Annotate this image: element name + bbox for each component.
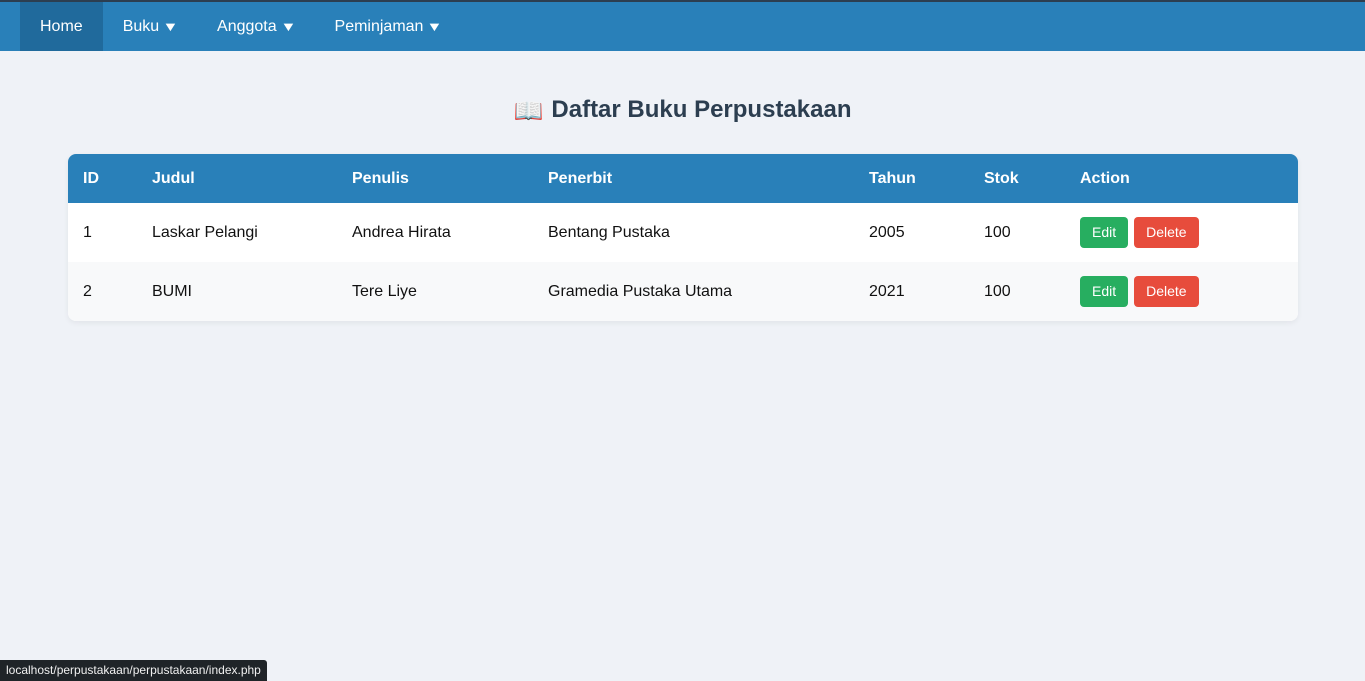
navbar: Home Buku ▼ Anggota ▼ Peminjaman ▼ [0,2,1365,51]
column-header-action: Action [1080,169,1130,187]
cell-stok: 100 [984,282,1011,300]
cell-judul: Laskar Pelangi [152,223,258,241]
cell-id: 2 [83,282,92,300]
cell-penerbit: Bentang Pustaka [548,223,670,241]
page-title: 📖 Daftar Buku Perpustakaan [0,96,1365,126]
books-table: ID Judul Penulis Penerbit Tahun Stok Act… [68,154,1298,321]
column-header-penulis: Penulis [352,169,409,187]
column-header-judul: Judul [152,169,195,187]
cell-judul: BUMI [152,282,192,300]
cell-tahun: 2005 [869,223,905,241]
edit-button[interactable]: Edit [1080,217,1129,248]
table-row: 1 Laskar Pelangi Andrea Hirata Bentang P… [68,203,1298,262]
status-bar-url: localhost/perpustakaan/perpustakaan/inde… [0,660,267,681]
cell-action: Edit Delete [1065,262,1298,321]
table-row: 2 BUMI Tere Liye Gramedia Pustaka Utama … [68,262,1298,321]
book-icon: 📖 [513,98,544,125]
cell-penerbit: Gramedia Pustaka Utama [548,282,733,300]
column-header-penerbit: Penerbit [548,169,613,187]
table-header-row: ID Judul Penulis Penerbit Tahun Stok Act… [68,154,1298,203]
nav-anggota-dropdown[interactable]: Anggota ▼ [197,2,314,51]
cell-penulis: Andrea Hirata [352,223,451,241]
cell-tahun: 2021 [869,282,905,300]
nav-buku-label: Buku [122,17,160,35]
cell-action: Edit Delete [1065,203,1298,262]
cell-stok: 100 [984,223,1011,241]
page-title-text: Daftar Buku Perpustakaan [551,96,852,123]
nav-peminjaman-label: Peminjaman [334,17,424,35]
cell-id: 1 [83,223,92,241]
books-table-container: ID Judul Penulis Penerbit Tahun Stok Act… [68,154,1298,321]
column-header-stok: Stok [984,169,1019,187]
nav-peminjaman-dropdown[interactable]: Peminjaman ▼ [315,2,462,51]
cell-penulis: Tere Liye [352,282,417,300]
caret-down-icon: ▼ [426,19,443,34]
column-header-tahun: Tahun [869,169,916,187]
column-header-id: ID [83,169,99,187]
edit-button[interactable]: Edit [1080,276,1129,307]
nav-anggota-label: Anggota [217,17,277,35]
caret-down-icon: ▼ [162,19,179,34]
nav-buku-dropdown[interactable]: Buku ▼ [103,2,197,51]
delete-button[interactable]: Delete [1134,276,1199,307]
delete-button[interactable]: Delete [1134,217,1199,248]
caret-down-icon: ▼ [280,19,297,34]
nav-home[interactable]: Home [20,2,103,51]
nav-home-label: Home [40,17,83,35]
